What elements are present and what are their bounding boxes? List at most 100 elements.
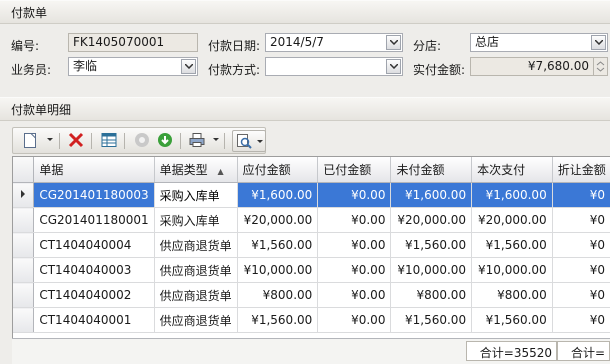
- new-doc-icon: [24, 133, 36, 148]
- grid-cell-payable[interactable]: ¥1,560.00: [237, 232, 319, 258]
- detail-section-header: 付款单明细: [0, 97, 610, 121]
- row-header[interactable]: [13, 182, 35, 208]
- grid-cell-paid[interactable]: ¥0.00: [317, 182, 392, 208]
- chevron-down-icon[interactable]: [47, 138, 53, 142]
- grid-cell-type[interactable]: 供应商退货单: [154, 282, 238, 308]
- method-dropdown-button[interactable]: [386, 59, 401, 74]
- print-icon: [189, 133, 205, 147]
- delete-button[interactable]: [68, 132, 84, 150]
- date-dropdown-button[interactable]: [386, 35, 401, 50]
- column-header-payable[interactable]: 应付金额: [237, 157, 319, 183]
- row-header[interactable]: [13, 307, 35, 333]
- grid-cell-doc[interactable]: CG201401180003: [33, 182, 155, 208]
- print-button[interactable]: [189, 132, 205, 150]
- grid-cell-discount[interactable]: ¥0: [552, 282, 610, 308]
- table-row[interactable]: CT1404040004 供应商退货单 ¥1,560.00 ¥0.00 ¥1,560.0…: [13, 232, 610, 258]
- sort-ascending-icon: ▲: [217, 167, 224, 176]
- payment-section-title: 付款单: [11, 6, 48, 20]
- chevron-down-icon: [595, 40, 603, 45]
- grid-cell-paid[interactable]: ¥0.00: [317, 257, 392, 283]
- table-row[interactable]: CT1404040003 供应商退货单 ¥10,000.00 ¥0.00 ¥10,000…: [13, 257, 610, 283]
- grid-cell-payable[interactable]: ¥10,000.00: [237, 257, 319, 283]
- grid-cell-paid[interactable]: ¥0.00: [317, 207, 392, 233]
- delete-icon: [68, 132, 84, 148]
- staff-label: 业务员:: [11, 63, 52, 77]
- grid-cell-current[interactable]: ¥1,600.00: [471, 182, 553, 208]
- grid-cell-current[interactable]: ¥1,560.00: [471, 307, 553, 333]
- payment-detail-grid: 单据 单据类型 ▲ 应付金额 已付金额 未付金额 本次支付 折让金额 CG201…: [12, 156, 610, 364]
- payment-method-label: 付款方式:: [208, 63, 261, 77]
- branch-value: 总店: [475, 35, 500, 49]
- code-field[interactable]: FK1405070001: [68, 33, 198, 52]
- disabled-circle-button[interactable]: [134, 132, 150, 150]
- grid-cell-discount[interactable]: ¥0: [552, 207, 610, 233]
- new-doc-button[interactable]: [23, 132, 37, 150]
- grid-cell-paid[interactable]: ¥0.00: [317, 307, 392, 333]
- toolbar-separator: [124, 133, 125, 149]
- grid-cell-discount[interactable]: ¥0: [552, 182, 610, 208]
- grid-cell-doc[interactable]: CT1404040002: [33, 282, 155, 308]
- row-header[interactable]: [13, 207, 35, 233]
- row-header[interactable]: [13, 257, 35, 283]
- grid-cell-doc[interactable]: CG201401180001: [33, 207, 155, 233]
- grid-cell-unpaid[interactable]: ¥800.00: [390, 282, 473, 308]
- grid-cell-paid[interactable]: ¥0.00: [317, 232, 392, 258]
- grid-cell-current[interactable]: ¥800.00: [471, 282, 553, 308]
- chevron-down-icon: [390, 40, 398, 45]
- column-header-doc[interactable]: 单据: [33, 157, 155, 183]
- table-row[interactable]: CT1404040001 供应商退货单 ¥1,560.00 ¥0.00 ¥1,560.0…: [13, 307, 610, 333]
- column-header-discount[interactable]: 折让金额: [552, 157, 610, 183]
- table-row[interactable]: CT1404040002 供应商退货单 ¥800.00 ¥0.00 ¥800.00 ¥80…: [13, 282, 610, 308]
- toolbar-separator: [180, 133, 181, 149]
- table-row[interactable]: CG201401180001 采购入库单 ¥20,000.00 ¥0.00 ¥20,00…: [13, 207, 610, 233]
- amount-field[interactable]: ¥7,680.00: [470, 57, 608, 76]
- row-header[interactable]: [13, 282, 35, 308]
- column-header-doc-type[interactable]: 单据类型 ▲: [154, 157, 238, 183]
- grid-cell-unpaid[interactable]: ¥10,000.00: [390, 257, 473, 283]
- grid-cell-current[interactable]: ¥1,560.00: [471, 232, 553, 258]
- staff-select[interactable]: 李临: [68, 57, 198, 76]
- preview-button[interactable]: [232, 130, 266, 152]
- download-circle-icon: [158, 133, 172, 147]
- column-header-current-payment[interactable]: 本次支付: [471, 157, 553, 183]
- grid-header-row: 单据 单据类型 ▲ 应付金额 已付金额 未付金额 本次支付 折让金额: [13, 157, 610, 183]
- grid-cell-payable[interactable]: ¥20,000.00: [237, 207, 319, 233]
- grid-cell-unpaid[interactable]: ¥1,600.00: [390, 182, 473, 208]
- grid-cell-type[interactable]: 供应商退货单: [154, 257, 238, 283]
- grid-cell-type[interactable]: 供应商退货单: [154, 307, 238, 333]
- branch-select[interactable]: 总店: [470, 33, 608, 52]
- grid-cell-type[interactable]: 采购入库单: [154, 207, 238, 233]
- grid-cell-doc[interactable]: CT1404040001: [33, 307, 155, 333]
- grid-cell-doc[interactable]: CT1404040004: [33, 232, 155, 258]
- grid-cell-discount[interactable]: ¥0: [552, 257, 610, 283]
- grid-cell-unpaid[interactable]: ¥20,000.00: [390, 207, 473, 233]
- grid-cell-payable[interactable]: ¥800.00: [237, 282, 319, 308]
- payment-method-select[interactable]: [265, 57, 403, 76]
- sum-discount: 合计=: [557, 341, 610, 361]
- row-header[interactable]: [13, 232, 35, 258]
- table-row[interactable]: CG201401180003 采购入库单 ¥1,600.00 ¥0.00 ¥1,600.…: [13, 182, 610, 208]
- grid-cell-type[interactable]: 供应商退货单: [154, 232, 238, 258]
- payment-date-field[interactable]: 2014/5/7: [265, 33, 403, 52]
- grid-cell-payable[interactable]: ¥1,560.00: [237, 307, 319, 333]
- grid-cell-current[interactable]: ¥20,000.00: [471, 207, 553, 233]
- grid-footer: 合计=35520 合计=: [12, 338, 610, 364]
- grid-cell-discount[interactable]: ¥0: [552, 307, 610, 333]
- column-header-unpaid[interactable]: 未付金额: [390, 157, 473, 183]
- grid-cell-current[interactable]: ¥10,000.00: [471, 257, 553, 283]
- column-header-paid[interactable]: 已付金额: [317, 157, 392, 183]
- spreadsheet-button[interactable]: [101, 132, 117, 150]
- download-button[interactable]: [157, 132, 173, 150]
- grid-cell-payable[interactable]: ¥1,600.00: [237, 182, 319, 208]
- grid-cell-unpaid[interactable]: ¥1,560.00: [390, 307, 473, 333]
- grid-cell-type[interactable]: 采购入库单: [154, 182, 238, 208]
- amount-value: ¥7,680.00: [527, 59, 589, 73]
- branch-dropdown-button[interactable]: [591, 35, 606, 50]
- amount-spinner[interactable]: [593, 58, 607, 75]
- grid-cell-discount[interactable]: ¥0: [552, 232, 610, 258]
- chevron-down-icon[interactable]: [213, 138, 219, 142]
- grid-cell-doc[interactable]: CT1404040003: [33, 257, 155, 283]
- grid-cell-unpaid[interactable]: ¥1,560.00: [390, 232, 473, 258]
- staff-dropdown-button[interactable]: [181, 59, 196, 74]
- grid-cell-paid[interactable]: ¥0.00: [317, 282, 392, 308]
